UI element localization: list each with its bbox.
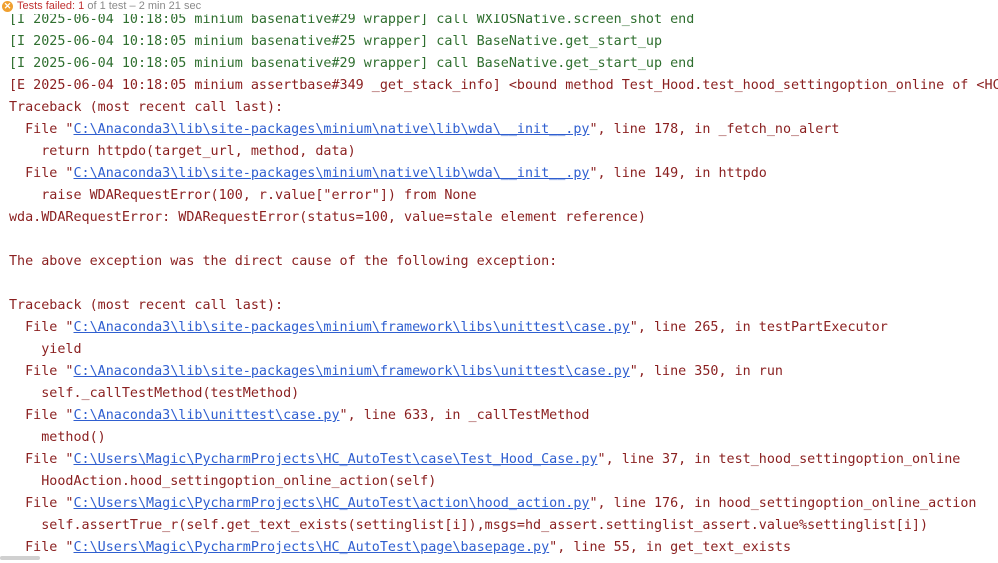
code-line: method(): [9, 430, 106, 445]
traceback-frame: File "C:\Anaconda3\lib\site-packages\min…: [9, 320, 888, 335]
total-count: of 1 test: [87, 0, 127, 12]
traceback-frame: File "C:\Users\Magic\PycharmProjects\HC_…: [9, 540, 792, 555]
file-link[interactable]: C:\Anaconda3\lib\site-packages\minium\na…: [74, 122, 590, 137]
horizontal-scrollbar[interactable]: [0, 556, 40, 560]
log-line: [I 2025-06-04 10:18:05 minium basenative…: [9, 56, 695, 71]
file-link[interactable]: C:\Anaconda3\lib\site-packages\minium\na…: [74, 166, 590, 181]
log-line: [I 2025-06-04 10:18:05 minium basenative…: [9, 12, 695, 27]
duration: – 2 min 21 sec: [129, 0, 202, 12]
code-line: raise WDARequestError(100, r.value["erro…: [9, 188, 477, 203]
code-line: self.assertTrue_r(self.get_text_exists(s…: [9, 518, 929, 533]
traceback-frame: File "C:\Anaconda3\lib\site-packages\min…: [9, 166, 767, 181]
traceback-frame: File "C:\Anaconda3\lib\site-packages\min…: [9, 122, 840, 137]
code-line: HoodAction.hood_settingoption_online_act…: [9, 474, 437, 489]
warning-icon: ✕: [2, 1, 13, 12]
traceback-frame: File "C:\Anaconda3\lib\site-packages\min…: [9, 364, 783, 379]
traceback-frame: File "C:\Users\Magic\PycharmProjects\HC_…: [9, 452, 961, 467]
traceback-frame: File "C:\Anaconda3\lib\unittest\case.py"…: [9, 408, 590, 423]
status-label: Tests failed:: [17, 0, 76, 12]
console-output[interactable]: [I 2025-06-04 10:18:05 minium basenative…: [0, 11, 998, 563]
error-log-line: [E 2025-06-04 10:18:05 minium assertbase…: [9, 78, 998, 93]
file-link[interactable]: C:\Users\Magic\PycharmProjects\HC_AutoTe…: [74, 496, 590, 511]
file-link[interactable]: C:\Anaconda3\lib\site-packages\minium\fr…: [74, 320, 630, 335]
failed-count: 1: [78, 0, 85, 12]
file-link[interactable]: C:\Users\Magic\PycharmProjects\HC_AutoTe…: [74, 540, 550, 555]
file-link[interactable]: C:\Anaconda3\lib\unittest\case.py: [74, 408, 340, 423]
code-line: self._callTestMethod(testMethod): [9, 386, 300, 401]
traceback-header: Traceback (most recent call last):: [9, 298, 284, 313]
code-line: return httpdo(target_url, method, data): [9, 144, 356, 159]
traceback-frame: File "C:\Users\Magic\PycharmProjects\HC_…: [9, 496, 977, 511]
traceback-header: Traceback (most recent call last):: [9, 100, 284, 115]
test-status-bar: ✕ Tests failed: 1 of 1 test – 2 min 21 se…: [0, 0, 998, 14]
file-link[interactable]: C:\Anaconda3\lib\site-packages\minium\fr…: [74, 364, 630, 379]
file-link[interactable]: C:\Users\Magic\PycharmProjects\HC_AutoTe…: [74, 452, 598, 467]
exception-cause-line: The above exception was the direct cause…: [9, 254, 558, 269]
log-line: [I 2025-06-04 10:18:05 minium basenative…: [9, 34, 663, 49]
exception-line: wda.WDARequestError: WDARequestError(sta…: [9, 210, 646, 225]
code-line: yield: [9, 342, 82, 357]
